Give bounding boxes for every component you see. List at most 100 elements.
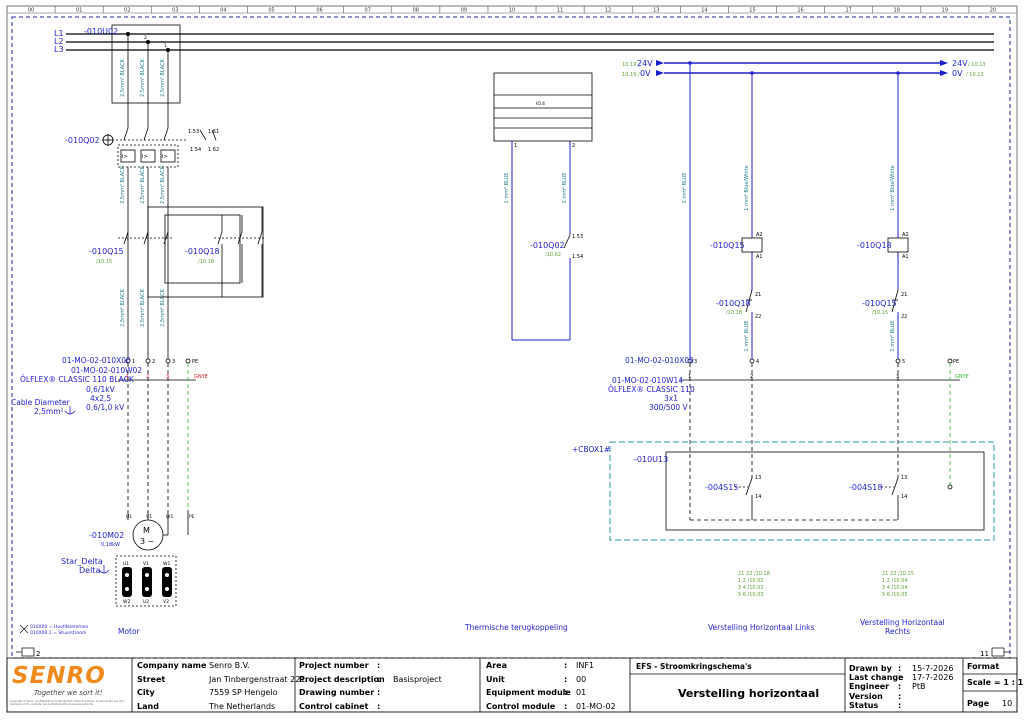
column-header: 00 01 02 03 04 05 06 07 08 09 10 11 12 13 14 15 16 17 18 19… <box>7 6 1017 14</box>
title-block-value: Senro B.V. <box>209 661 250 670</box>
motor-cable-cores <box>127 363 169 510</box>
switch-pin: 14 <box>901 494 907 500</box>
title-block-colon: : <box>898 682 902 692</box>
crossref-row: 1 2 /10.04 <box>882 578 908 584</box>
wire-label: 1 mm² BLUE <box>682 173 688 204</box>
motor-cable-type: ÖLFLEX® CLASSIC 110 BLACK <box>20 375 135 384</box>
rail-ref-right-pos: / 10.13 <box>968 62 986 68</box>
column-number: 11 <box>557 8 563 14</box>
column-number: 07 <box>365 8 371 14</box>
bridge-terminal: U1 <box>123 561 129 567</box>
wire-label: 2,5mm² BLACK <box>140 58 146 96</box>
rail-ref-right-neg: / 10.13 <box>966 72 984 78</box>
column-number: 05 <box>268 8 274 14</box>
slogan: Together we sort it! <box>34 689 103 697</box>
terminal-num: 3 <box>694 359 697 365</box>
next-page-icon[interactable] <box>991 647 1010 657</box>
wire-label: 2,5mm² BLACK <box>120 58 126 96</box>
switch-pin: 13 <box>755 475 761 481</box>
title-block-label: Control module <box>486 701 556 711</box>
column-number: 09 <box>461 8 467 14</box>
cable-diameter-label: Cable Diameter <box>11 398 71 407</box>
title-block-label: City <box>137 688 155 697</box>
aux-contact-num: 1.62 <box>208 147 219 153</box>
schematic-sheet: 00 01 02 03 04 05 06 07 08 09 10 11 12 13 14 15 16 17 18 19… <box>6 5 1018 713</box>
column-number: 06 <box>316 8 322 14</box>
coil-pin: A1 <box>902 254 909 260</box>
copyright-text: Copyright of Senro. Confidential and rep… <box>10 700 124 706</box>
wire-label: 1 mm² Blue/White <box>744 165 750 210</box>
anchor-icon <box>98 565 110 574</box>
title-block-value: Basisproject <box>393 674 442 684</box>
column-number: 08 <box>413 8 419 14</box>
title-block-value: INF1 <box>576 661 595 670</box>
rail-ref-left-neg: 10.19 / <box>622 72 640 78</box>
title-block-colon: : <box>377 674 381 684</box>
title-block-value: 7559 SP Hengelo <box>209 688 278 697</box>
motor-protector-label: -010Q02 <box>65 136 100 145</box>
motor-terminal: U1 <box>126 514 132 520</box>
title-block-colon: : <box>564 688 568 697</box>
crossref-row: 3 4 /10.04 <box>882 585 908 591</box>
crossref-row: 21 22 /10.18 <box>738 571 770 577</box>
next-page-number[interactable]: 11 <box>980 650 989 658</box>
prev-page-icon[interactable] <box>16 647 35 657</box>
title-block-label: Status <box>849 700 879 710</box>
interlock-pin: 22 <box>901 314 907 320</box>
title-block-label: Control cabinet <box>299 701 369 711</box>
column-number: 20 <box>990 8 996 14</box>
motor-symbol <box>127 510 189 551</box>
terminal-num: 1 <box>132 359 135 365</box>
core-num: 3 <box>166 374 169 380</box>
box-unit-label: -010U13 <box>634 455 668 464</box>
coil-q15-label: -010Q15 <box>710 241 745 250</box>
crossref-row: 21 22 /10.15 <box>882 571 914 577</box>
delta-label: Delta <box>79 566 100 575</box>
format-label: Format <box>967 662 1000 671</box>
coil-q18-label: -010Q18 <box>857 241 892 250</box>
title-block-colon: : <box>564 674 568 684</box>
crossref-row: 1 2 /10.02 <box>738 578 764 584</box>
column-number: 02 <box>124 8 130 14</box>
plc-pin: 1 <box>514 143 517 149</box>
switch-pin: 14 <box>755 494 761 500</box>
terminal-num: PE <box>192 359 198 365</box>
column-number: 03 <box>172 8 178 14</box>
phase-buses <box>66 33 994 51</box>
document-title: Verstelling horizontaal <box>678 687 820 700</box>
interlock-q15-label: -010Q15 <box>862 299 897 308</box>
wire-label: 2,5mm² BLACK <box>160 288 166 326</box>
rail-24v-right: 24V <box>952 59 968 68</box>
title-block-label: Project number <box>299 661 369 670</box>
contactor-q15-ref: /10.15 <box>96 259 112 265</box>
title-block-label: Drawing number <box>299 688 375 697</box>
motor-terminal: W1 <box>166 514 173 520</box>
cable-diameter-value: 2,5mm² <box>34 407 64 416</box>
wire-label: 1 mm² Blue/White <box>890 165 896 210</box>
wire-label: 1 mm² BLUE <box>744 321 750 352</box>
column-number: 15 <box>749 8 755 14</box>
title-block-value: The Netherlands <box>209 701 276 711</box>
rail-24v-left: 24V <box>637 59 653 68</box>
motor-terminal: V1 <box>146 514 152 520</box>
plc-io-label: IO.4 <box>536 101 545 107</box>
title-block-label: Street <box>137 674 166 684</box>
prev-page-number[interactable]: 2 <box>36 650 40 658</box>
title-block-colon: : <box>898 664 902 673</box>
title-block-label: Land <box>137 701 159 711</box>
contactor-q18-ref: /10.18 <box>198 259 214 265</box>
terminal-num: 4 <box>756 359 759 365</box>
contact-num: 1.54 <box>572 254 583 260</box>
title-block-label: Area <box>486 661 507 670</box>
core-num: 1 <box>688 374 691 380</box>
gnye-label: GNYE <box>194 374 208 380</box>
control-cable-type: ÖLFLEX® CLASSIC 110 <box>608 385 695 394</box>
contact-num: 1.53 <box>572 234 583 240</box>
motor-cable-cores: 4x2,5 <box>90 394 111 403</box>
contactor-q15-label: -010Q15 <box>89 247 124 256</box>
title-block-label: Equipment module <box>486 688 571 697</box>
core-num: 2 <box>750 374 753 380</box>
column-number: 18 <box>894 8 900 14</box>
control-cable-label: 01-MO-02-010W14 <box>612 376 683 385</box>
interlock-q15-ref: /10.15 <box>872 310 888 316</box>
